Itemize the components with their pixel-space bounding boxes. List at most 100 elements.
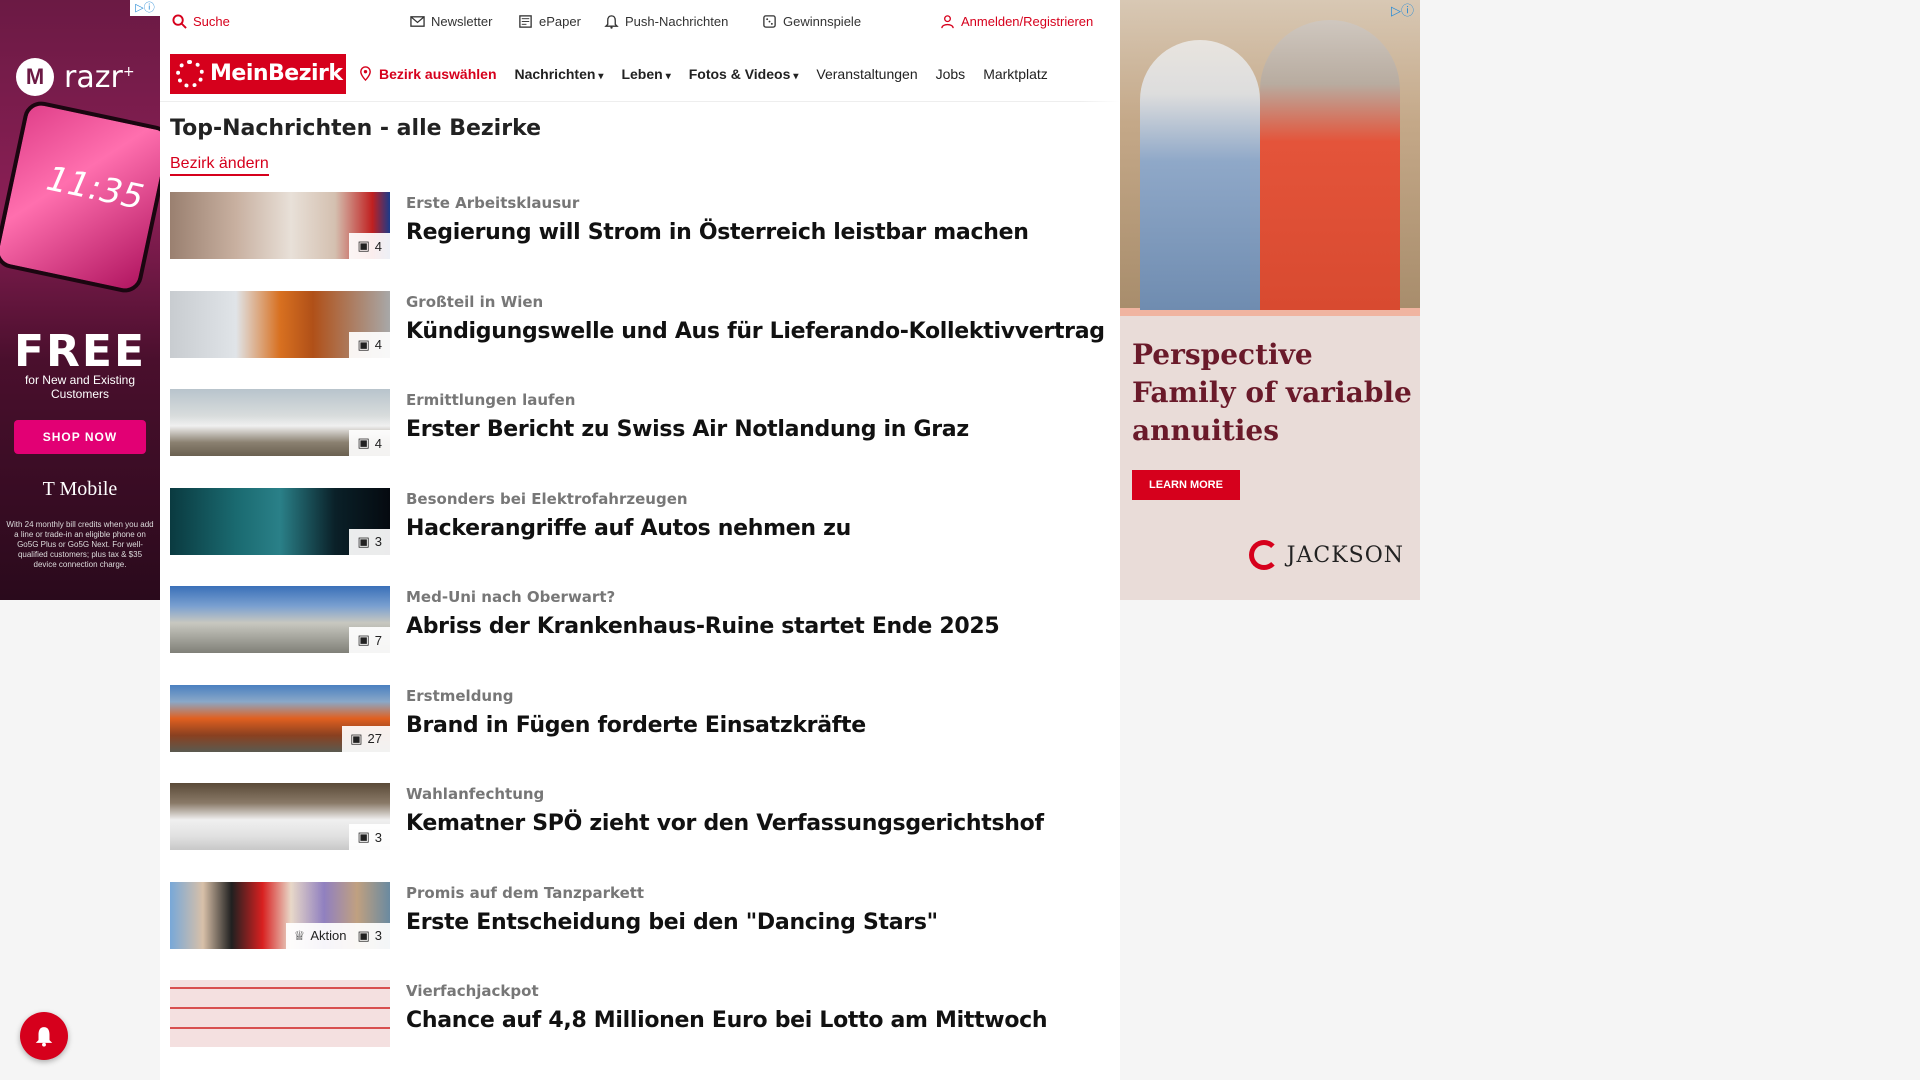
photo-count-badge: ▣ 3	[349, 824, 390, 850]
article-headline[interactable]: Kündigungswelle und Aus für Lieferando-K…	[406, 319, 1105, 344]
article-kicker: Ermittlungen laufen	[406, 391, 576, 409]
photo-count-badge: ▣ 3	[349, 528, 390, 555]
chevron-down-icon: ▾	[793, 70, 799, 82]
image-icon: ▣	[357, 927, 370, 943]
nav-item-leben[interactable]: Leben ▾	[621, 66, 670, 82]
newsletter-link[interactable]: Newsletter	[410, 14, 492, 29]
bezirk-select-button[interactable]: Bezirk auswählen	[358, 66, 497, 82]
photo-count-badge: ▣ 4	[349, 233, 390, 259]
article-list: ▣ 4 Erste Arbeitsklausur Regierung will S…	[170, 192, 1110, 1079]
jackson-brand-text: JACKSON	[1286, 542, 1404, 568]
epaper-link[interactable]: ePaper	[518, 14, 581, 29]
article-thumbnail[interactable]: ▣ 4	[170, 290, 390, 358]
logo-text: MeinBezirk	[210, 61, 343, 86]
ad-brand-name: razr+	[64, 59, 135, 95]
article-thumbnail[interactable]: ▣ 4	[170, 389, 390, 456]
ad-fine-print: With 24 monthly bill credits when you ad…	[6, 520, 154, 569]
image-icon: ▣	[357, 632, 370, 647]
bell-icon	[604, 15, 619, 29]
article-item[interactable]: Vierfachjackpot Chance auf 4,8 Millionen…	[170, 980, 1110, 1079]
article-item[interactable]: ▣ 3 Besonders bei Elektrofahrzeugen Hacke…	[170, 487, 1110, 587]
main-content: Suche Newsletter ePaper Push-Nachrichten…	[160, 0, 1120, 1080]
meinbezirk-logo[interactable]: MeinBezirk	[170, 53, 346, 94]
article-item[interactable]: ▣ 7 Med-Uni nach Oberwart? Abriss der Kra…	[170, 586, 1110, 685]
nav-item-jobs[interactable]: Jobs	[936, 66, 966, 82]
photo-count-badge: ▣ 7	[349, 627, 390, 653]
article-kicker: Vierfachjackpot	[406, 982, 539, 1000]
chevron-down-icon: ▾	[598, 70, 604, 82]
action-and-photo-badge: ♕ Aktion ▣ 3	[285, 922, 390, 949]
article-headline[interactable]: Abriss der Krankenhaus-Ruine startet End…	[406, 614, 1000, 639]
article-text: Wahlanfechtung Kematner SPÖ zieht vor de…	[406, 783, 1044, 836]
article-thumbnail[interactable]: ▣ 7	[170, 586, 390, 653]
right-ad-banner[interactable]: ▷ⓘ Perspective Family of variable annuit…	[1120, 0, 1420, 600]
article-kicker: Großteil in Wien	[406, 292, 544, 311]
photo-count-badge: ▣ 4	[349, 430, 390, 456]
article-headline[interactable]: Erste Entscheidung bei den "Dancing Star…	[406, 910, 938, 935]
nav-item-nachrichten[interactable]: Nachrichten ▾	[515, 66, 604, 82]
article-item[interactable]: ▣ 4 Erste Arbeitsklausur Regierung will S…	[170, 192, 1110, 291]
ad-free-subtext: for New and Existing Customers	[24, 373, 136, 401]
article-text: Großteil in Wien Kündigungswelle und Aus…	[406, 291, 1105, 344]
search-icon	[172, 14, 187, 29]
nav-item-veranstaltungen[interactable]: Veranstaltungen	[816, 66, 917, 82]
learn-more-button[interactable]: LEARN MORE	[1132, 470, 1240, 500]
ad-brand-row: M razr+	[16, 58, 135, 96]
article-kicker: Med-Uni nach Oberwart?	[406, 588, 616, 606]
article-headline[interactable]: Erster Bericht zu Swiss Air Notlandung i…	[406, 417, 969, 442]
article-headline[interactable]: Chance auf 4,8 Millionen Euro bei Lotto …	[406, 1008, 1048, 1033]
image-icon: ▣	[357, 533, 370, 549]
adchoices-icon[interactable]: ▷ⓘ	[1391, 0, 1414, 19]
logo-sun-icon	[176, 59, 204, 88]
change-bezirk-link[interactable]: Bezirk ändern	[170, 155, 269, 176]
article-thumbnail[interactable]	[170, 980, 390, 1047]
article-thumbnail[interactable]: ♕ Aktion ▣ 3	[170, 881, 390, 949]
article-headline[interactable]: Hackerangriffe auf Autos nehmen zu	[406, 516, 851, 541]
main-navbar: MeinBezirk Bezirk auswählen Nachrichten ▾…	[160, 46, 1120, 102]
article-thumbnail[interactable]: ▣ 3	[170, 783, 390, 850]
article-thumbnail[interactable]: ▣ 4	[170, 192, 390, 259]
ad-headline: Perspective Family of variable annuities	[1132, 338, 1412, 447]
article-headline[interactable]: Regierung will Strom in Österreich leist…	[406, 220, 1029, 245]
nav-item-marktplatz[interactable]: Marktplatz	[983, 66, 1048, 82]
trophy-icon: ♕	[293, 927, 306, 943]
article-headline[interactable]: Kematner SPÖ zieht vor den Verfassungsge…	[406, 811, 1044, 836]
article-item[interactable]: ▣ 4 Ermittlungen laufen Erster Bericht zu…	[170, 389, 1110, 488]
newspaper-icon	[519, 15, 532, 28]
notification-bell-button[interactable]	[20, 1012, 68, 1060]
bell-icon	[35, 1027, 53, 1047]
article-item[interactable]: ▣ 3 Wahlanfechtung Kematner SPÖ zieht vor…	[170, 783, 1110, 882]
search-link[interactable]: Suche	[172, 14, 230, 29]
push-notifications-link[interactable]: Push-Nachrichten	[604, 14, 728, 29]
article-thumbnail[interactable]: ▣ 27	[170, 684, 390, 752]
games-label: Gewinnspiele	[783, 14, 862, 29]
article-item[interactable]: ▣ 4 Großteil in Wien Kündigungswelle und …	[170, 290, 1110, 390]
page-title: Top-Nachrichten - alle Bezirke	[170, 116, 542, 141]
article-item[interactable]: ▣ 27 Erstmeldung Brand in Fügen forderte …	[170, 684, 1110, 784]
games-link[interactable]: Gewinnspiele	[762, 14, 861, 29]
left-ad-banner[interactable]: ▷ⓘ M razr+ 11:35 FREE for New and Existi…	[0, 0, 160, 600]
login-link[interactable]: Anmelden/Registrieren	[940, 14, 1093, 29]
article-item[interactable]: ♕ Aktion ▣ 3 Promis auf dem Tanzparkett Ers…	[170, 881, 1110, 981]
article-text: Vierfachjackpot Chance auf 4,8 Millionen…	[406, 980, 1048, 1033]
nav-item-fotos-videos[interactable]: Fotos & Videos ▾	[689, 66, 799, 82]
location-pin-icon	[360, 66, 371, 81]
article-kicker: Promis auf dem Tanzparkett	[406, 883, 645, 902]
shop-now-button[interactable]: SHOP NOW	[14, 420, 146, 454]
photo-count-badge: ▣ 27	[342, 725, 390, 752]
article-headline[interactable]: Brand in Fügen forderte Einsatzkräfte	[406, 713, 866, 738]
adchoices-icon[interactable]: ▷ⓘ	[130, 0, 160, 16]
dice-icon	[763, 15, 776, 28]
tmobile-logo: T Mobile	[42, 478, 118, 500]
image-icon: ▣	[357, 829, 370, 844]
ad-photo	[1120, 0, 1420, 310]
image-icon: ▣	[357, 238, 370, 253]
motorola-logo-icon: M	[16, 58, 54, 96]
article-kicker: Erste Arbeitsklausur	[406, 194, 580, 212]
article-kicker: Besonders bei Elektrofahrzeugen	[406, 489, 688, 508]
article-thumbnail[interactable]: ▣ 3	[170, 487, 390, 555]
ad-phone-time: 11:35	[42, 158, 148, 219]
mail-icon	[410, 16, 425, 27]
image-icon: ▣	[350, 730, 363, 746]
article-text: Besonders bei Elektrofahrzeugen Hackeran…	[406, 488, 851, 541]
